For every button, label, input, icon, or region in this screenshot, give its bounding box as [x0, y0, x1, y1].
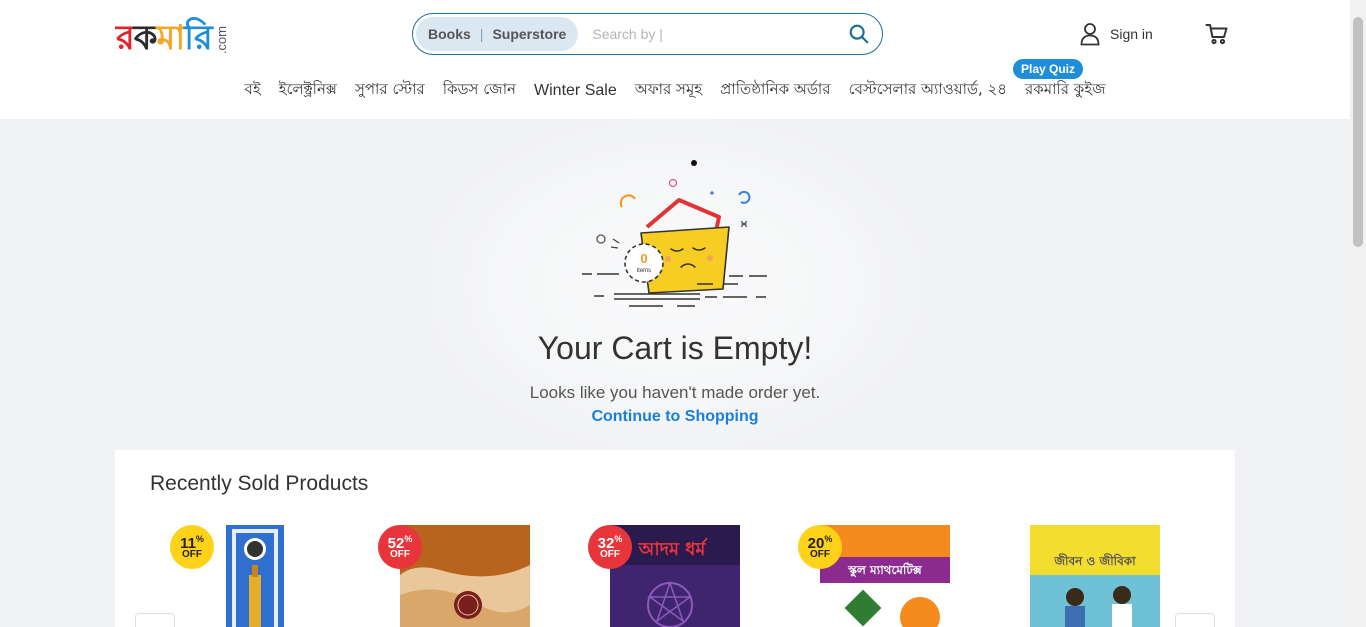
cover-title: স্কুল ম্যাথমেটিক্স — [847, 562, 923, 579]
nav-item-superstore[interactable]: সুপার স্টোর — [355, 78, 425, 103]
nav-item-books[interactable]: বই — [244, 78, 260, 103]
logo-suffix: .com — [213, 25, 229, 54]
rokomari-logo[interactable]: রকমারি .com — [116, 14, 229, 58]
nav-item-institutional-order[interactable]: প্রাতিষ্ঠানিক অর্ডার — [720, 78, 830, 103]
search-bar: Books | Superstore — [412, 13, 883, 55]
nav-item-winter-sale[interactable]: Winter Sale — [534, 82, 617, 100]
play-quiz-badge[interactable]: Play Quiz — [1013, 59, 1084, 79]
recently-sold-section: Recently Sold Products 11% OFF 52% OFF 3… — [115, 450, 1235, 627]
discount-badge: 52% OFF — [378, 525, 422, 569]
recently-sold-title: Recently Sold Products — [150, 472, 369, 495]
product-card[interactable]: 11% OFF — [170, 525, 300, 627]
nav-item-bestseller-award[interactable]: বেস্টসেলার অ্যাওয়ার্ড, ২৪ — [849, 78, 1008, 103]
cover-title: আদম ধর্ম — [638, 537, 709, 560]
user-icon — [1080, 23, 1100, 46]
cover-title: জীবন ও জীবিকা — [1053, 553, 1136, 568]
discount-badge: 32% OFF — [588, 525, 632, 569]
empty-basket-illustration: 0 items — [582, 160, 767, 307]
discount-badge: 20% OFF — [798, 525, 842, 569]
nav-item-offers[interactable]: অফার সমূহ — [635, 78, 702, 103]
logo-part-3: মা — [156, 18, 186, 58]
discount-off-label: OFF — [182, 549, 202, 560]
product-card[interactable]: 20% OFF স্কুল ম্যাথমেটিক্স — [798, 525, 950, 627]
scope-divider: | — [479, 26, 484, 42]
site-header: রকমারি .com Books | Superstore Sign in ব… — [0, 0, 1350, 119]
discount-off-label: OFF — [390, 549, 410, 560]
cart-count: 0 — [640, 251, 647, 266]
product-card[interactable]: 52% OFF — [378, 525, 530, 627]
logo-part-1: র — [116, 18, 135, 58]
nav-item-electronics[interactable]: ইলেক্ট্রনিক্স — [279, 78, 337, 103]
signin-button[interactable]: Sign in — [1080, 22, 1153, 46]
cart-icon[interactable] — [1205, 22, 1229, 46]
cart-count-label: items — [637, 268, 651, 274]
discount-off-label: OFF — [600, 549, 620, 560]
product-card[interactable]: জীবন ও জীবিকা — [1008, 525, 1160, 627]
search-input[interactable] — [592, 26, 843, 42]
page-scrollbar[interactable] — [1350, 0, 1366, 627]
empty-cart-title: Your Cart is Empty! — [537, 330, 813, 366]
discount-badge: 11% OFF — [170, 525, 214, 569]
nav-item-kids-zone[interactable]: কিডস জোন — [443, 78, 516, 103]
carousel-next-button[interactable] — [1175, 613, 1215, 627]
product-image — [226, 525, 284, 627]
discount-off-label: OFF — [810, 549, 830, 560]
empty-cart-section: 0 items Your Cart is Empty! Looks like y… — [0, 119, 1350, 450]
nav-item-quiz[interactable]: রকমারি কুইজ — [1025, 78, 1105, 103]
search-icon[interactable] — [848, 23, 870, 45]
search-scope-toggle: Books | Superstore — [416, 17, 579, 51]
carousel-prev-button[interactable] — [135, 613, 175, 627]
scrollbar-thumb[interactable] — [1353, 17, 1363, 247]
product-image: জীবন ও জীবিকা — [1030, 525, 1160, 627]
empty-cart-subtitle: Looks like you haven't made order yet. — [529, 383, 821, 402]
continue-shopping-link[interactable]: Continue to Shopping — [0, 408, 1350, 426]
signin-label: Sign in — [1110, 26, 1153, 42]
logo-part-2: ক — [133, 18, 158, 58]
scope-books[interactable]: Books — [428, 26, 471, 42]
main-nav: বই ইলেক্ট্রনিক্স সুপার স্টোর কিডস জোন Wi… — [0, 78, 1350, 103]
product-card[interactable]: 32% OFF আদম ধর্ম — [588, 525, 740, 627]
scope-superstore[interactable]: Superstore — [492, 26, 566, 42]
logo-part-4: রি — [184, 18, 212, 58]
logo-wordmark: রকমারি — [116, 18, 213, 58]
